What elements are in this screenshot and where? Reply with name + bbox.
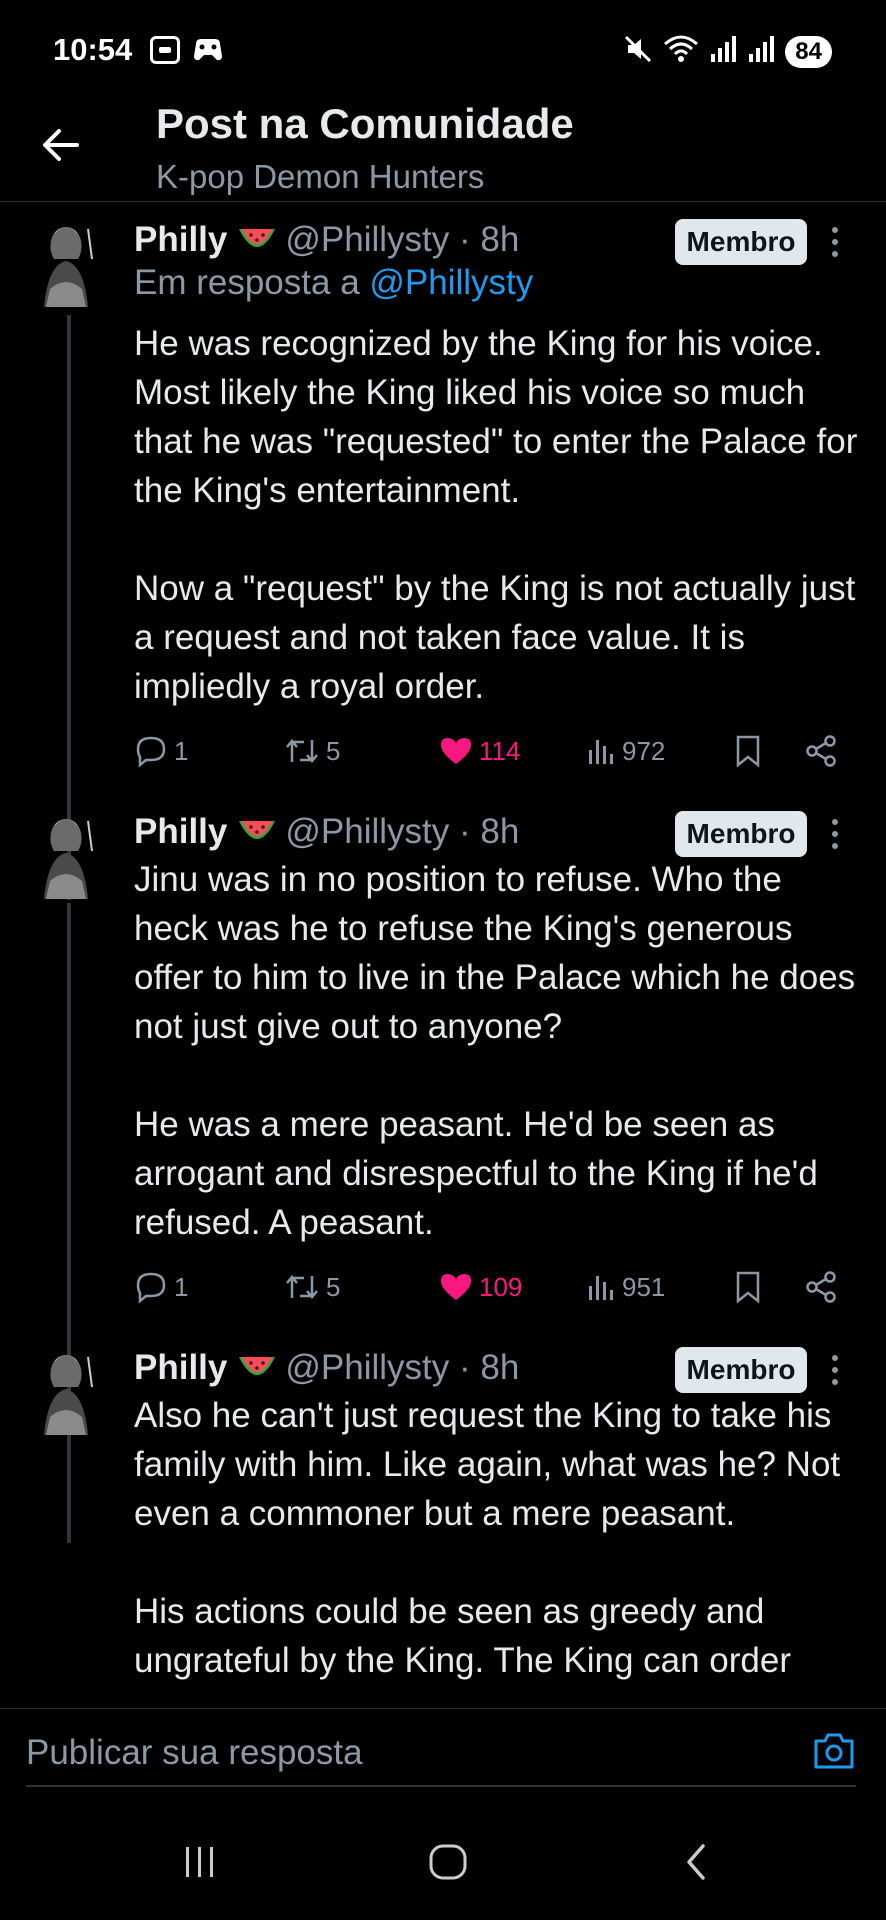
post-text: Also he can't just request the King to t… [134,1391,864,1685]
home-icon [429,1844,467,1880]
reply-prefix: Em resposta a [134,263,370,302]
post-header: Philly @Phillysty · 8h Membro [134,1343,854,1393]
post-text: Jinu was in no position to refuse. Who t… [134,855,864,1247]
watermelon-icon [237,225,277,255]
more-options-icon[interactable] [820,811,850,857]
more-options-icon[interactable] [820,219,850,265]
avatar[interactable] [30,811,102,899]
repost-button[interactable]: 5 [284,726,340,776]
like-button[interactable]: 114 [439,726,520,776]
post-actions: 1 5 109 951 [134,1262,854,1312]
views-icon [589,1276,613,1300]
mute-icon [623,34,653,69]
post-text: He was recognized by the King for his vo… [134,319,864,711]
member-badge: Membro [675,1347,807,1393]
arrow-left-icon [43,129,79,161]
reply-composer: Publicar sua resposta [0,1708,886,1804]
repost-icon [286,739,318,763]
reply-handle-link[interactable]: @Phillysty [369,263,533,302]
clock: 10:54 [53,32,133,67]
recent-apps-icon [186,1847,213,1877]
reply-input[interactable]: Publicar sua resposta [26,1721,856,1787]
repost-button[interactable]: 5 [284,1262,340,1312]
author-name[interactable]: Philly [134,812,227,852]
back-button[interactable] [36,120,86,170]
reply-count: 1 [174,1271,189,1302]
repost-count: 5 [326,1271,341,1302]
system-nav-bar [0,1804,886,1920]
wifi-icon [663,34,699,69]
post-paragraph: Now a "request" by the King is not actua… [134,569,856,706]
post-actions: 1 5 114 972 [134,726,854,776]
post-paragraph: He was a mere peasant. He'd be seen as a… [134,1105,818,1242]
heart-icon [441,1274,471,1300]
community-name[interactable]: K-pop Demon Hunters [156,158,484,196]
share-button[interactable] [804,726,838,776]
reply-icon [136,736,166,768]
share-button[interactable] [804,1262,838,1312]
member-badge: Membro [675,811,807,857]
heart-icon [441,738,471,764]
post-header: Philly @Phillysty · 8h Membro [134,215,854,265]
reply-context: Em resposta a @Phillysty [134,263,533,303]
chevron-left-icon [687,1844,705,1880]
views-icon [589,740,613,764]
reply-icon [136,1272,166,1304]
view-count: 972 [622,735,666,766]
post-paragraph: Also he can't just request the King to t… [134,1396,841,1533]
bookmark-icon [736,735,760,768]
author-handle[interactable]: @Phillysty · 8h [285,812,519,852]
post-header: Philly @Phillysty · 8h Membro [134,807,854,857]
watermelon-icon [237,817,277,847]
signal-icon [709,34,737,69]
like-count: 109 [479,1271,523,1302]
post[interactable]: Philly @Phillysty · 8h Membro Also he ca… [0,1331,886,1708]
post[interactable]: Philly @Phillysty · 8h Membro Em respost… [0,203,886,793]
screenshot-notification-icon [150,36,180,64]
author-name[interactable]: Philly [134,1348,227,1388]
repost-icon [286,1275,318,1299]
reply-button[interactable]: 1 [134,726,188,776]
back-nav-button[interactable] [666,1832,726,1892]
author-handle[interactable]: @Phillysty · 8h [285,1348,519,1388]
share-icon [806,735,836,767]
reply-count: 1 [174,735,189,766]
like-button[interactable]: 109 [439,1262,522,1312]
page-title: Post na Comunidade [156,100,574,147]
avatar[interactable] [30,1347,102,1435]
status-icons: 84 [623,34,832,69]
bookmark-button[interactable] [734,1262,762,1312]
views-button[interactable]: 951 [586,1262,665,1312]
author-name[interactable]: Philly [134,220,227,260]
more-options-icon[interactable] [820,1347,850,1393]
like-count: 114 [479,735,521,766]
reply-button[interactable]: 1 [134,1262,188,1312]
share-icon [806,1271,836,1303]
camera-icon [814,1733,854,1769]
view-count: 951 [622,1271,666,1302]
post[interactable]: Philly @Phillysty · 8h Membro Jinu was i… [0,795,886,1335]
post-paragraph: Jinu was in no position to refuse. Who t… [134,860,856,1046]
page-header: Post na Comunidade K-pop Demon Hunters [0,100,886,202]
recent-apps-button[interactable] [170,1832,230,1892]
post-paragraph: He was recognized by the King for his vo… [134,324,858,510]
gamepad-notification-icon [192,36,222,64]
bookmark-button[interactable] [734,726,762,776]
bookmark-icon [736,1271,760,1304]
member-badge: Membro [675,219,807,265]
post-feed[interactable]: Philly @Phillysty · 8h Membro Em respost… [0,203,886,1708]
views-button[interactable]: 972 [586,726,665,776]
camera-button[interactable] [812,1731,856,1775]
avatar[interactable] [30,219,102,307]
post-paragraph: His actions could be seen as greedy and … [134,1592,792,1680]
home-button[interactable] [418,1832,478,1892]
signal-icon-2 [747,34,775,69]
author-handle[interactable]: @Phillysty · 8h [285,220,519,260]
watermelon-icon [237,1353,277,1383]
repost-count: 5 [326,735,341,766]
status-bar: 10:54 84 [0,0,886,100]
battery-indicator: 84 [785,35,832,68]
